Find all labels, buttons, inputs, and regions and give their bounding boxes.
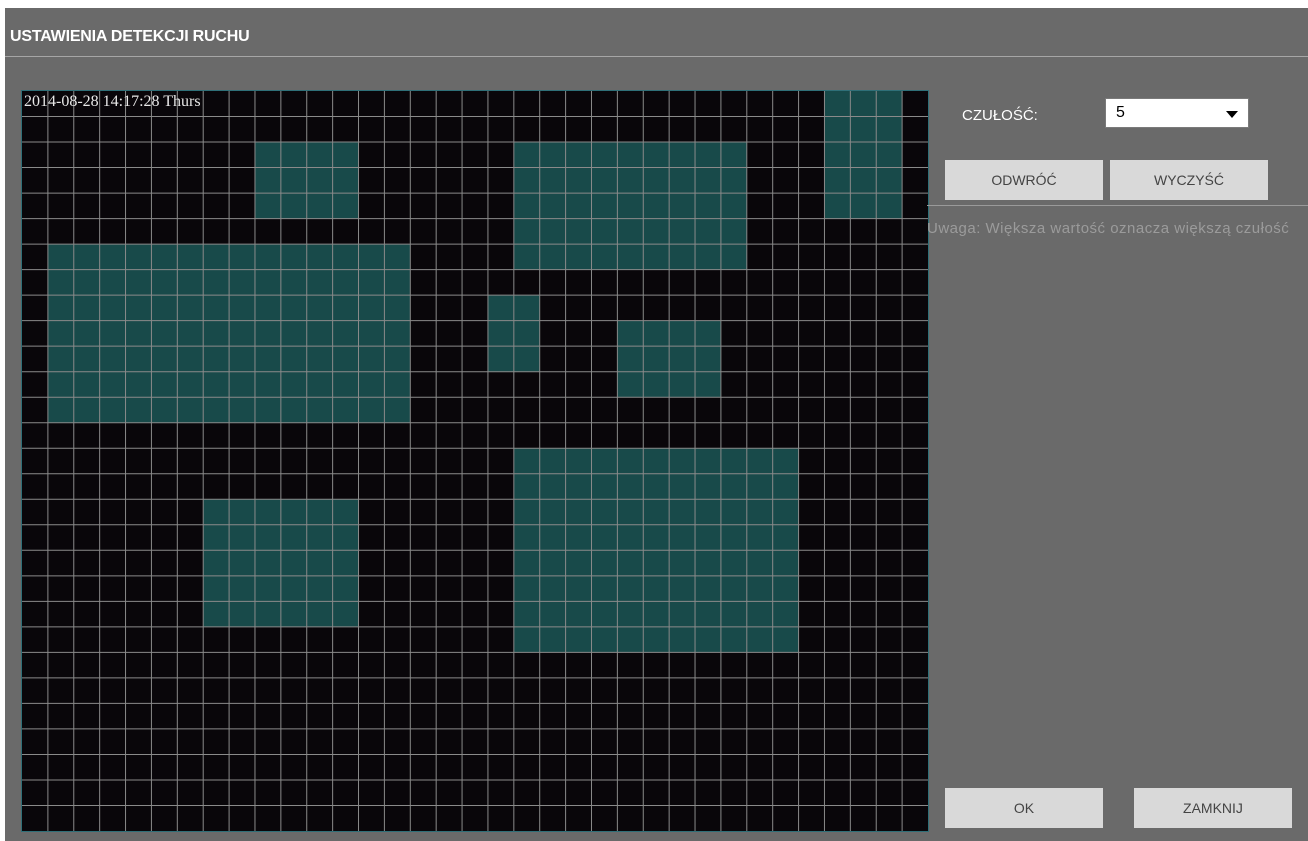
title-divider [5, 56, 1308, 57]
section-divider [927, 205, 1308, 206]
chevron-down-icon[interactable] [1226, 111, 1238, 118]
close-button[interactable]: ZAMKNIJ [1134, 788, 1292, 828]
active-region-0[interactable] [824, 91, 903, 219]
clear-button[interactable]: WYCZYŚĆ [1110, 160, 1268, 200]
motion-detection-dialog: USTAWIENIA DETEKCJI RUCHU 2014-08-28 14:… [5, 8, 1308, 841]
video-timestamp: 2014-08-28 14:17:28 Thurs [24, 93, 201, 110]
sensitivity-select[interactable]: 5 [1105, 98, 1249, 128]
ok-button[interactable]: OK [945, 788, 1103, 828]
sensitivity-label: CZUŁOŚĆ: [962, 107, 1038, 124]
motion-grid[interactable] [22, 91, 928, 831]
motion-grid-video[interactable]: 2014-08-28 14:17:28 Thurs [21, 90, 929, 832]
invert-button[interactable]: ODWRÓĆ [945, 160, 1103, 200]
dialog-title: USTAWIENIA DETEKCJI RUCHU [10, 28, 250, 45]
active-region-2[interactable] [513, 142, 747, 270]
sensitivity-value: 5 [1116, 104, 1125, 121]
sensitivity-note: Uwaga: Większa wartość oznacza większą c… [927, 220, 1290, 237]
